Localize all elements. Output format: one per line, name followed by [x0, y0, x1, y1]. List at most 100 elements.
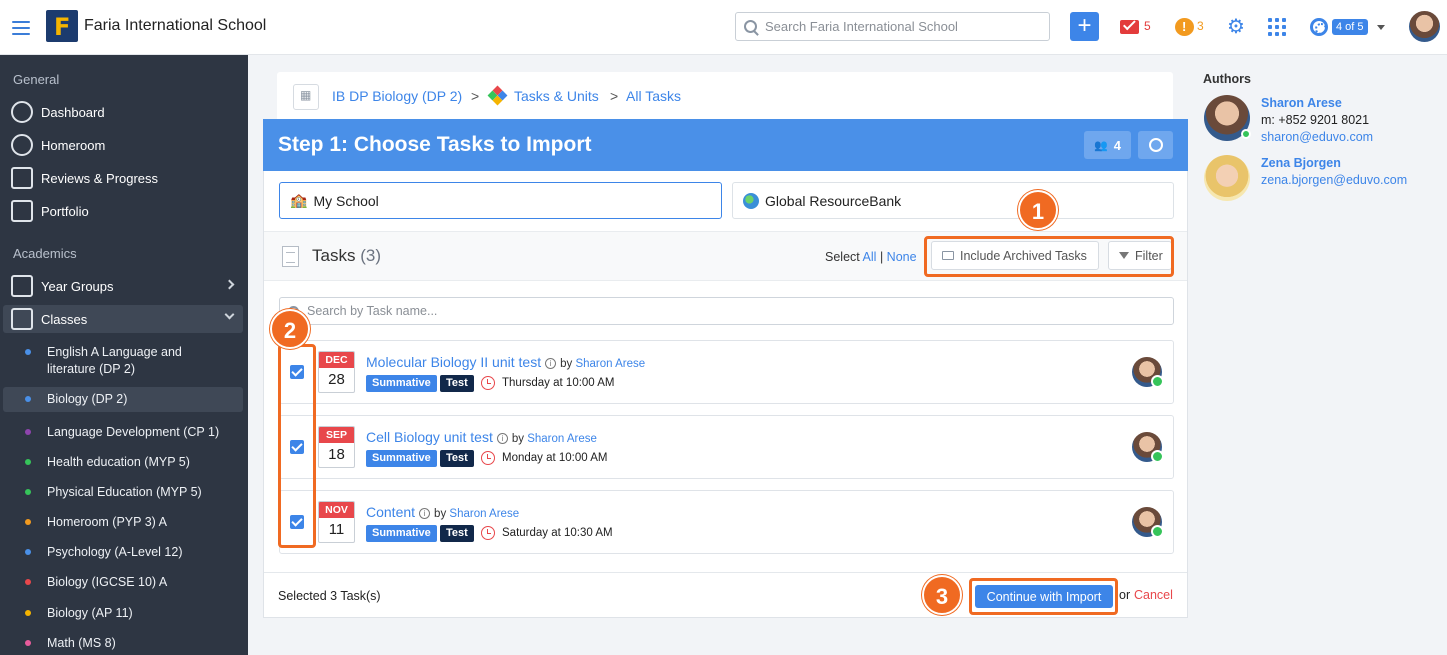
class-color-dot — [25, 549, 31, 555]
sidebar-item-classes[interactable]: Classes — [3, 305, 243, 333]
selected-count: Selected 3 Task(s) — [278, 589, 381, 603]
author-avatar — [1132, 357, 1164, 388]
filter-button[interactable]: Filter — [1108, 241, 1172, 270]
school-logo[interactable]: F — [46, 10, 78, 42]
test-badge: Test — [440, 525, 474, 542]
task-search[interactable] — [279, 297, 1174, 325]
online-status-icon — [1241, 129, 1251, 139]
info-icon[interactable]: i — [496, 433, 508, 444]
class-item-english-a[interactable]: English A Language and literature (DP 2) — [3, 340, 243, 382]
continue-import-button[interactable]: Continue with Import — [975, 585, 1113, 608]
tab-global-resourcebank[interactable]: Global ResourceBank — [732, 182, 1174, 219]
task-author-link[interactable]: Sharon Arese — [527, 433, 597, 445]
author-name[interactable]: Zena Bjorgen — [1261, 156, 1341, 170]
mail-count[interactable]: 5 — [1144, 19, 1151, 33]
class-item-health-education[interactable]: Health education (MYP 5) — [3, 450, 243, 475]
steps-badge[interactable]: 4 of 5 — [1332, 19, 1368, 35]
breadcrumb-separator: > — [471, 88, 480, 104]
task-title-row: Molecular Biology II unit test i by Sharon… — [366, 354, 646, 370]
global-search[interactable] — [735, 12, 1050, 41]
task-title-link[interactable]: Content — [366, 504, 415, 520]
sidebar-item-year-groups[interactable]: Year Groups — [3, 272, 243, 300]
search-icon — [744, 20, 757, 33]
chevron-right-icon — [224, 279, 235, 290]
menu-icon[interactable] — [12, 17, 30, 37]
task-title-link[interactable]: Cell Biology unit test — [366, 429, 493, 445]
globe-button[interactable] — [1138, 131, 1173, 159]
task-checkbox[interactable] — [290, 365, 304, 379]
task-row[interactable]: DEC 28 Molecular Biology II unit test i by… — [279, 340, 1174, 404]
author-avatar[interactable] — [1204, 155, 1250, 201]
sidebar-item-dashboard[interactable]: Dashboard — [3, 98, 243, 126]
sidebar-item-reviews-progress[interactable]: Reviews & Progress — [3, 164, 243, 192]
task-title-row: Cell Biology unit test i by Sharon Arese — [366, 429, 597, 445]
participants-button[interactable]: 👥 4 — [1084, 131, 1131, 159]
clock-icon — [481, 376, 495, 390]
task-time: Thursday at 10:00 AM — [502, 377, 615, 389]
class-item-biology-ap[interactable]: Biology (AP 11) — [3, 601, 243, 626]
gear-icon[interactable]: ⚙ — [1227, 17, 1247, 37]
school-icon: 🏫 — [290, 192, 308, 208]
class-item-homeroom-pyp3[interactable]: Homeroom (PYP 3) A — [3, 510, 243, 535]
class-item-psychology[interactable]: Psychology (A-Level 12) — [3, 540, 243, 565]
task-checkbox[interactable] — [290, 515, 304, 529]
sidebar-section-academics: Academics — [13, 246, 77, 261]
task-search-input[interactable] — [307, 304, 1157, 318]
class-item-physical-education[interactable]: Physical Education (MYP 5) — [3, 480, 243, 505]
global-search-input[interactable] — [765, 19, 1035, 34]
task-row[interactable]: NOV 11 Content i by Sharon Arese Summative… — [279, 490, 1174, 554]
mail-icon[interactable] — [1120, 20, 1139, 34]
sidebar-item-portfolio[interactable]: Portfolio — [3, 197, 243, 225]
filter-icon — [1119, 252, 1129, 259]
class-item-biology-dp2[interactable]: Biology (DP 2) — [3, 387, 243, 412]
class-item-language-development[interactable]: Language Development (CP 1) — [3, 420, 243, 445]
select-links: Select All | None — [825, 250, 917, 264]
breadcrumb-class[interactable]: IB DP Biology (DP 2) — [332, 88, 462, 104]
chevron-down-icon[interactable] — [1377, 25, 1385, 30]
chat-icon[interactable] — [1175, 18, 1194, 36]
info-icon[interactable]: i — [419, 508, 431, 519]
user-avatar[interactable] — [1409, 11, 1440, 42]
task-title-row: Content i by Sharon Arese — [366, 504, 520, 520]
class-item-biology-igcse[interactable]: Biology (IGCSE 10) A — [3, 570, 243, 595]
task-title-link[interactable]: Molecular Biology II unit test — [366, 354, 541, 370]
chat-count[interactable]: 3 — [1197, 19, 1204, 33]
tab-my-school[interactable]: 🏫 My School — [279, 182, 722, 219]
archive-icon — [942, 251, 954, 260]
class-color-dot — [25, 489, 31, 495]
class-color-dot — [25, 429, 31, 435]
select-all-link[interactable]: All — [863, 250, 877, 264]
task-checkbox[interactable] — [290, 440, 304, 454]
cancel-link[interactable]: Cancel — [1134, 588, 1173, 602]
dashboard-icon — [11, 101, 33, 123]
class-color-dot — [25, 640, 31, 646]
info-icon[interactable]: i — [545, 358, 557, 369]
author-name[interactable]: Sharon Arese — [1261, 96, 1342, 110]
tasks-toolbar: Tasks (3) Select All | None Include Arch… — [264, 231, 1187, 281]
class-grid-icon[interactable] — [293, 84, 319, 110]
sidebar-item-homeroom[interactable]: Homeroom — [3, 131, 243, 159]
select-none-link[interactable]: None — [887, 250, 917, 264]
breadcrumb-tasks-units[interactable]: Tasks & Units — [514, 88, 599, 104]
summative-badge: Summative — [366, 450, 437, 467]
people-icon — [11, 275, 33, 297]
help-lifebuoy-icon[interactable] — [1310, 18, 1328, 36]
sidebar-section-general: General — [13, 72, 60, 87]
add-button[interactable]: + — [1070, 12, 1099, 41]
include-archived-button[interactable]: Include Archived Tasks — [931, 241, 1099, 270]
apps-grid-icon[interactable] — [1268, 18, 1286, 36]
author-email[interactable]: sharon@eduvo.com — [1261, 130, 1373, 144]
task-author-link[interactable]: Sharon Arese — [449, 508, 519, 520]
page-title: Step 1: Choose Tasks to Import — [278, 133, 592, 156]
author-email[interactable]: zena.bjorgen@eduvo.com — [1261, 173, 1407, 187]
step-header: Step 1: Choose Tasks to Import 👥 4 — [263, 119, 1188, 171]
breadcrumb-all-tasks[interactable]: All Tasks — [626, 88, 681, 104]
author-avatar[interactable] — [1204, 95, 1251, 141]
school-name[interactable]: Faria International School — [84, 17, 266, 35]
class-item-math-ms8[interactable]: Math (MS 8) — [3, 631, 243, 655]
task-author-link[interactable]: Sharon Arese — [575, 358, 645, 370]
task-row[interactable]: SEP 18 Cell Biology unit test i by Sharon … — [279, 415, 1174, 479]
class-color-dot — [25, 519, 31, 525]
due-date-calendar: DEC 28 — [318, 351, 355, 393]
authors-heading: Authors — [1203, 72, 1251, 86]
